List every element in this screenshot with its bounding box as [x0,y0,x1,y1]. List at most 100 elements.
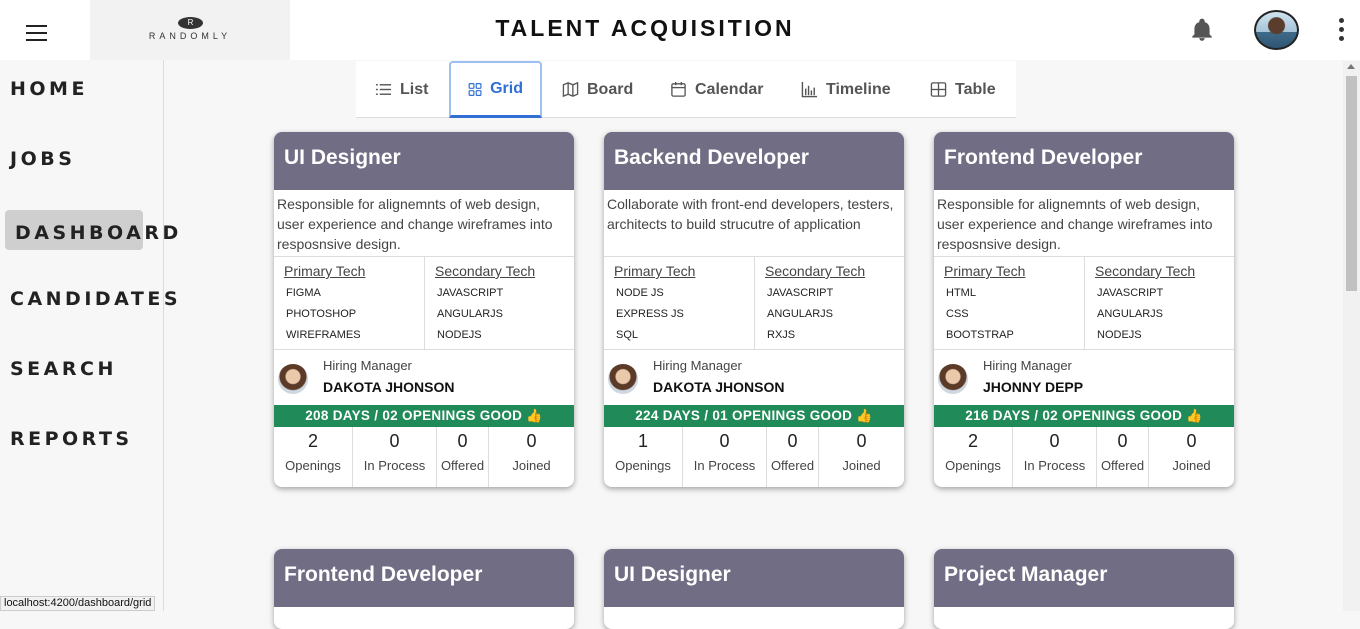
secondary-tech-column: Secondary Tech JAVASCRIPT ANGULARJS RXJS [754,257,904,349]
in-process-count: 0 [719,431,730,451]
stat-offered: 0 Offered [766,427,818,487]
stat-offered: 0 Offered [1096,427,1148,487]
tech-item: RXJS [767,329,796,341]
joined-count: 0 [1186,431,1197,451]
page-title: TALENT ACQUISITION [495,15,795,41]
job-card[interactable]: Backend Developer Collaborate with front… [604,132,904,487]
tech-item: ANGULARJS [767,308,834,320]
tab-list[interactable]: List [375,61,428,118]
stat-joined: 0 Joined [818,427,904,487]
scrollbar[interactable] [1343,61,1360,611]
tab-timeline[interactable]: Timeline [801,61,891,118]
stat-joined: 0 Joined [488,427,574,487]
secondary-tech-column: Secondary Tech JAVASCRIPT ANGULARJS NODEJS [424,257,574,349]
scroll-up-icon[interactable] [1347,64,1355,69]
hiring-manager: Hiring Manager DAKOTA JHONSON [274,350,574,405]
bell-icon[interactable] [1189,17,1215,43]
primary-tech-column: Primary Tech HTML CSS BOOTSTRAP [934,257,1084,349]
sidebar-item-jobs[interactable]: JOBS [10,148,75,170]
sidebar: HOME JOBS DASHBOARD CANDIDATES SEARCH RE… [0,60,178,611]
offered-count: 0 [787,431,798,451]
tech-item: NODEJS [437,329,482,341]
tech-item: CSS [946,308,969,320]
table-icon [930,82,947,97]
tech-item: PHOTOSHOP [286,308,357,320]
stat-offered: 0 Offered [436,427,488,487]
tech-section: Primary Tech HTML CSS BOOTSTRAP Secondary … [934,257,1234,350]
in-process-count: 0 [389,431,400,451]
hiring-manager-label: Hiring Manager [323,358,412,373]
tech-item: NODEJS [1097,329,1142,341]
openings-count: 2 [967,431,978,451]
status-badge: 216 DAYS / 02 OPENINGS GOOD 👍 [934,405,1234,427]
job-card[interactable]: Frontend Developer Responsible for align… [934,132,1234,487]
job-title[interactable]: Project Manager [934,549,1234,607]
job-title[interactable]: UI Designer [274,132,574,190]
joined-count: 0 [526,431,537,451]
hamburger-menu-icon[interactable] [26,25,47,41]
sidebar-item-candidates[interactable]: CANDIDATES [10,288,181,310]
sidebar-item-search[interactable]: SEARCH [10,358,117,380]
secondary-tech-heading: Secondary Tech [765,263,866,279]
job-card[interactable]: UI Designer [604,549,904,629]
tech-item: JAVASCRIPT [437,287,504,299]
hiring-manager-name: JHONNY DEPP [983,379,1084,395]
job-title[interactable]: Frontend Developer [934,132,1234,190]
scroll-thumb[interactable] [1346,76,1357,291]
tech-section: Primary Tech NODE JS EXPRESS JS SQL Second… [604,257,904,350]
primary-tech-heading: Primary Tech [614,263,696,279]
hiring-manager: Hiring Manager DAKOTA JHONSON [604,350,904,405]
tab-grid[interactable]: Grid [449,61,542,118]
job-card[interactable]: Frontend Developer [274,549,574,629]
sidebar-item-reports[interactable]: REPORTS [10,428,133,450]
user-avatar[interactable] [1254,10,1299,50]
job-title[interactable]: Frontend Developer [274,549,574,607]
thumbs-up-icon: 👍 [526,408,543,423]
job-title[interactable]: Backend Developer [604,132,904,190]
openings-label: Openings [945,458,1001,473]
logo-mark-icon: R [178,17,203,29]
tab-table[interactable]: Table [930,61,996,118]
primary-tech-heading: Primary Tech [284,263,366,279]
tech-item: SQL [616,329,639,341]
tab-board[interactable]: Board [562,61,633,118]
offered-label: Offered [1100,458,1145,473]
tech-item: JAVASCRIPT [1097,287,1164,299]
tech-item: WIREFRAMES [286,329,361,341]
secondary-tech-list: JAVASCRIPT ANGULARJS RXJS [765,287,894,350]
sidebar-item-dashboard[interactable]: DASHBOARD [5,210,178,250]
primary-tech-column: Primary Tech FIGMA PHOTOSHOP WIREFRAMES [274,257,424,349]
openings-count: 1 [637,431,648,451]
tab-label: List [400,80,429,98]
job-description: Collaborate with front-end developers, t… [604,190,904,257]
hiring-manager: Hiring Manager JHONNY DEPP [934,350,1234,405]
sidebar-item-home[interactable]: HOME [10,78,88,100]
openings-label: Openings [615,458,671,473]
joined-label: Joined [1172,458,1211,473]
joined-label: Joined [842,458,881,473]
tab-calendar[interactable]: Calendar [670,61,763,118]
tech-item: EXPRESS JS [616,308,684,320]
secondary-tech-column: Secondary Tech JAVASCRIPT ANGULARJS NODEJS [1084,257,1234,349]
grid-icon [468,82,482,96]
logo[interactable]: R RANDOMLY [90,0,290,60]
in-process-label: In Process [363,458,426,473]
job-card[interactable]: UI Designer Responsible for alignemnts o… [274,132,574,487]
calendar-icon [671,81,686,97]
in-process-count: 0 [1049,431,1060,451]
job-title[interactable]: UI Designer [604,549,904,607]
secondary-tech-list: JAVASCRIPT ANGULARJS NODEJS [435,287,564,350]
stat-openings: 2 Openings [274,427,352,487]
thumbs-up-icon: 👍 [1186,408,1203,423]
stat-in-process: 0 In Process [682,427,766,487]
tab-label: Timeline [826,80,891,98]
tab-label: Table [955,80,996,98]
hiring-manager-avatar [608,364,638,394]
more-options-icon[interactable] [1337,18,1345,42]
app-header: R RANDOMLY TALENT ACQUISITION [0,0,1360,60]
hiring-manager-name: DAKOTA JHONSON [653,379,785,395]
job-card[interactable]: Project Manager [934,549,1234,629]
stat-openings: 1 Openings [604,427,682,487]
hiring-manager-label: Hiring Manager [653,358,742,373]
tab-label: Calendar [695,80,764,98]
